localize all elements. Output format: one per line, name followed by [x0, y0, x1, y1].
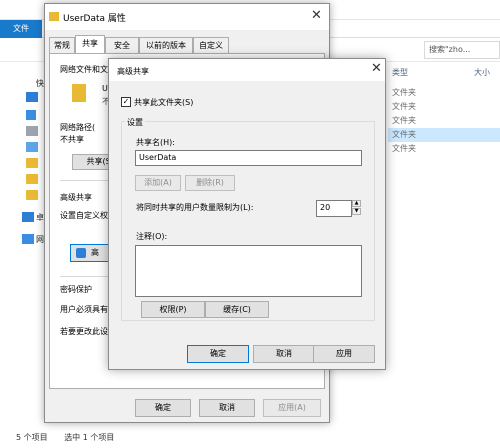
list-item[interactable]: 文件夹 — [388, 142, 500, 156]
permissions-button[interactable]: 权限(P) — [141, 301, 205, 318]
status-selected-count: 选中 1 个项目 — [64, 433, 115, 442]
column-type[interactable]: 类型 — [392, 67, 408, 78]
status-bar: 5 个项目 选中 1 个项目 — [0, 428, 500, 448]
user-limit-label: 将同时共享的用户数量限制为(L): — [136, 203, 254, 212]
column-header: 类型 大小 — [386, 62, 500, 82]
pictures-icon — [26, 142, 38, 152]
list-item[interactable]: 文件夹 — [388, 114, 500, 128]
close-icon[interactable]: ✕ — [371, 61, 382, 76]
cancel-button[interactable]: 取消 — [199, 399, 255, 417]
nav-item-this-pc[interactable]: 卓 — [36, 212, 44, 223]
desktop-icon — [26, 92, 38, 102]
advanced-sharing-button-label: 高 — [91, 248, 99, 257]
search-input[interactable]: 搜索"zho... — [424, 41, 500, 59]
folder-icon — [49, 12, 59, 21]
tab-security[interactable]: 安全 — [105, 37, 139, 53]
status-item-count: 5 个项目 — [16, 433, 48, 442]
spin-down-button[interactable]: ▼ — [352, 208, 361, 215]
shield-icon — [76, 248, 86, 258]
list-item[interactable]: 文件夹 — [388, 86, 500, 100]
documents-icon — [26, 126, 38, 136]
nav-item-network[interactable]: 网 — [36, 234, 44, 245]
download-icon — [26, 110, 36, 120]
section-network-sharing: 网络文件和文 — [60, 65, 108, 74]
tab-sharing[interactable]: 共享 — [75, 35, 105, 53]
apply-button[interactable]: 应用 — [313, 345, 375, 363]
this-pc-icon — [22, 212, 34, 222]
properties-title: UserData 属性 — [63, 14, 126, 24]
list-item-selected[interactable]: 文件夹 — [388, 128, 500, 142]
remove-button[interactable]: 删除(R) — [185, 175, 235, 191]
tab-general[interactable]: 常规 — [49, 37, 75, 53]
checkmark-icon: ✓ — [122, 97, 130, 106]
navigation-pane: 快 卓 网 — [0, 62, 46, 422]
ribbon-file-tab[interactable]: 文件 — [0, 20, 42, 38]
share-name-field[interactable]: UserData — [135, 150, 362, 166]
password-change-hint: 若要更改此设 — [60, 327, 108, 336]
comment-textarea[interactable] — [135, 245, 362, 297]
tab-customize[interactable]: 自定义 — [193, 37, 229, 53]
shared-folder-icon — [72, 84, 86, 102]
network-path-label: 网络路径( — [60, 123, 96, 132]
share-folder-label[interactable]: 共享此文件夹(S) — [134, 97, 193, 108]
ok-button[interactable]: 确定 — [135, 399, 191, 417]
list-item[interactable]: 文件夹 — [388, 100, 500, 114]
spin-up-button[interactable]: ▲ — [352, 200, 361, 207]
folder-icon — [26, 190, 38, 200]
section-password-protection: 密码保护 — [60, 285, 92, 294]
cancel-button[interactable]: 取消 — [253, 345, 315, 363]
password-description: 用户必须具有 — [60, 305, 108, 314]
share-folder-checkbox[interactable]: ✓ — [121, 97, 131, 107]
folder-icon — [26, 174, 38, 184]
column-size[interactable]: 大小 — [474, 67, 490, 78]
share-name-label: 共享名(H): — [136, 138, 175, 147]
caching-button[interactable]: 缓存(C) — [205, 301, 269, 318]
tab-previous-versions[interactable]: 以前的版本 — [139, 37, 193, 53]
add-button[interactable]: 添加(A) — [135, 175, 181, 191]
apply-button[interactable]: 应用(A) — [263, 399, 321, 417]
network-path-value: 不共享 — [60, 135, 84, 144]
comment-label: 注释(O): — [136, 232, 168, 241]
close-icon[interactable]: ✕ — [311, 8, 322, 23]
nav-item-quick-access[interactable]: 快 — [36, 78, 44, 89]
user-limit-field[interactable]: 20 — [316, 200, 352, 217]
network-icon — [22, 234, 34, 244]
advanced-sharing-dialog: 高级共享 ✕ ✓ 共享此文件夹(S) 设置 共享名(H): UserData 添… — [108, 58, 386, 370]
chevron-up-icon: ▲ — [354, 200, 359, 206]
section-advanced-sharing: 高级共享 — [60, 193, 92, 202]
chevron-down-icon: ▼ — [354, 208, 359, 214]
ok-button[interactable]: 确定 — [187, 345, 249, 363]
advanced-sharing-titlebar — [109, 59, 385, 81]
advanced-sharing-title: 高级共享 — [117, 67, 149, 76]
advanced-description: 设置自定义权 — [60, 211, 108, 220]
settings-group-label: 设置 — [125, 117, 145, 128]
folder-icon — [26, 158, 38, 168]
